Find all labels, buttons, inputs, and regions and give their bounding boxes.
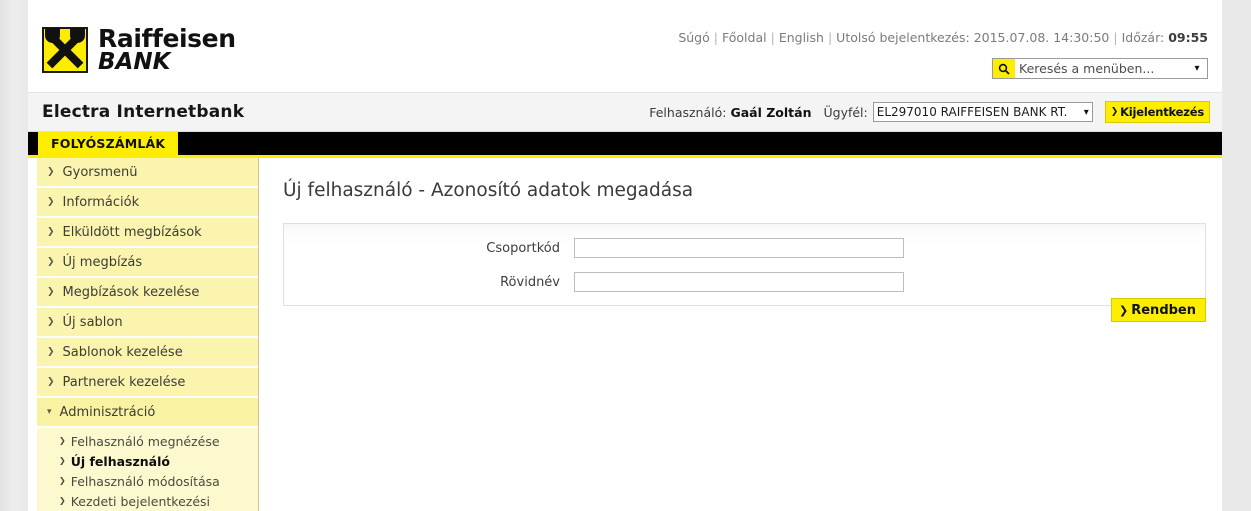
rovidnev-label: Rövidnév <box>500 274 560 290</box>
logo-wordmark: Raiffeisen BANK <box>98 26 236 74</box>
chevron-right-icon: ❯ <box>47 376 55 387</box>
current-user: Felhasználó: Gaál Zoltán <box>649 105 811 120</box>
client-label: Ügyfél: <box>823 104 868 120</box>
chevron-right-icon: ❯ <box>1119 303 1129 317</box>
sidebar-item-label: Megbízások kezelése <box>62 284 200 300</box>
chevron-down-icon: ▾ <box>47 406 52 417</box>
session-timer-label: Időzár: <box>1121 30 1165 45</box>
chevron-right-icon: ❯ <box>59 436 66 445</box>
submit-button-label: Rendben <box>1131 302 1196 318</box>
client-select[interactable]: EL297010 RAIFFEISEN BANK RT. ▾ <box>872 102 1093 122</box>
link-separator-1: | <box>713 30 718 45</box>
user-label: Felhasználó: <box>649 104 727 120</box>
content-heading: Új felhasználó - Azonosító adatok megadá… <box>283 180 694 201</box>
user-name: Gaál Zoltán <box>730 104 812 120</box>
form-row-csoportkod: Csoportkód <box>284 238 1205 258</box>
sidebar-item-informaciok[interactable]: ❯ Információk <box>37 188 258 218</box>
link-separator-2: | <box>770 30 775 45</box>
logo-line-2: BANK <box>98 49 171 75</box>
link-separator-3: | <box>827 30 833 45</box>
sidebar-item-megbizasok-kezelese[interactable]: ❯ Megbízások kezelése <box>37 278 258 308</box>
chevron-down-icon[interactable]: ▾ <box>1189 63 1207 74</box>
chevron-down-icon: ▾ <box>1083 106 1089 118</box>
form-row-rovidnev: Rövidnév <box>284 272 1205 292</box>
sidebar-item-label: Partnerek kezelése <box>62 374 186 390</box>
csoportkod-label: Csoportkód <box>486 240 560 256</box>
sidebar-item-label: Gyorsmenü <box>62 164 138 180</box>
form-actions: ❯ Rendben <box>1111 298 1206 322</box>
search-input[interactable] <box>1015 61 1189 76</box>
application-bar: Electra Internetbank Felhasználó: Gaál Z… <box>28 92 1222 132</box>
chevron-right-icon: ❯ <box>47 226 55 237</box>
chevron-right-icon: ❯ <box>47 346 55 357</box>
sidebar-item-label: Új sablon <box>62 314 123 330</box>
csoportkod-input[interactable] <box>574 238 904 258</box>
sidebar-item-uj-sablon[interactable]: ❯ Új sablon <box>37 308 258 338</box>
chevron-right-icon: ❯ <box>47 286 55 297</box>
raiffeisen-logo[interactable]: Raiffeisen BANK <box>42 26 236 74</box>
site-header: Raiffeisen BANK Súgó | Főoldal | English | Uto… <box>28 0 1222 92</box>
sidebar-item-label: Adminisztráció <box>59 404 156 420</box>
sidebar-subitem-label: Kezdeti bejelentkezési <box>70 493 210 509</box>
sidebar-subitem-kezdeti-bejelentkezesi[interactable]: ❯ Kezdeti bejelentkezési <box>37 491 258 511</box>
chevron-right-icon: ❯ <box>47 256 55 267</box>
sidebar-item-label: Új megbízás <box>62 254 143 270</box>
nav-tab-accounts[interactable]: FOLYÓSZÁMLÁK <box>38 132 179 155</box>
menu-search-box[interactable]: ▾ <box>992 58 1208 79</box>
raiffeisen-crossed-horseheads-logo-icon <box>42 27 88 73</box>
client-select-value: EL297010 RAIFFEISEN BANK RT. <box>876 105 1068 119</box>
sidebar-item-elkuldott-megbizasok[interactable]: ❯ Elküldött megbízások <box>37 218 258 248</box>
sidebar-subitem-felhasznalo-megnezese[interactable]: ❯ Felhasználó megnézése <box>37 431 258 451</box>
sidebar-subitem-label: Felhasználó módosítása <box>70 473 220 489</box>
last-login-label: Utolsó bejelentkezés: <box>836 30 970 45</box>
chevron-right-icon: ❯ <box>47 166 55 177</box>
rovidnev-input[interactable] <box>574 272 904 292</box>
page-root: Raiffeisen BANK Súgó | Főoldal | English | Uto… <box>0 0 1251 511</box>
browser-content-frame: Raiffeisen BANK Súgó | Főoldal | English | Uto… <box>28 0 1222 511</box>
logo-horsehead-right <box>70 28 85 43</box>
sidebar-menu: ❯ Gyorsmenü ❯ Információk ❯ Elküldött me… <box>37 158 259 511</box>
link-home[interactable]: Főoldal <box>722 30 767 45</box>
main-nav-strip: FOLYÓSZÁMLÁK <box>28 132 1222 158</box>
appbar-right-group: Felhasználó: Gaál Zoltán Ügyfél: EL29701… <box>649 93 1210 131</box>
logout-button[interactable]: ❯ Kijelentkezés <box>1104 101 1210 123</box>
sidebar-item-partnerek-kezelese[interactable]: ❯ Partnerek kezelése <box>37 368 258 398</box>
sidebar-item-label: Információk <box>62 194 140 210</box>
sidebar-subitem-felhasznalo-modositasa[interactable]: ❯ Felhasználó módosítása <box>37 471 258 491</box>
submit-button[interactable]: ❯ Rendben <box>1111 298 1206 322</box>
body-wrapper: ❯ Gyorsmenü ❯ Információk ❯ Elküldött me… <box>28 158 1222 511</box>
last-login-value: 2015.07.08. 14:30:50 <box>973 30 1110 45</box>
page-title: Electra Internetbank <box>42 102 245 122</box>
chevron-right-icon: ❯ <box>47 316 55 327</box>
sidebar-item-label: Elküldött megbízások <box>62 224 202 240</box>
logo-horsehead-left <box>45 28 60 43</box>
logout-button-label: Kijelentkezés <box>1120 105 1204 119</box>
chevron-right-icon: ❯ <box>47 196 55 207</box>
session-timer-value: 09:55 <box>1168 30 1208 45</box>
link-separator-4: | <box>1113 30 1118 45</box>
chevron-right-icon: ❯ <box>1110 107 1119 117</box>
sidebar-subitem-label: Felhasználó megnézése <box>70 433 220 449</box>
logo-line-1: Raiffeisen <box>98 24 236 53</box>
main-content: Új felhasználó - Azonosító adatok megadá… <box>259 158 1222 511</box>
identification-form-panel: Csoportkód Rövidnév <box>283 223 1206 306</box>
chevron-right-icon: ❯ <box>59 496 66 505</box>
chevron-right-icon: ❯ <box>59 456 66 465</box>
sidebar-item-gyorsmenu[interactable]: ❯ Gyorsmenü <box>37 158 258 188</box>
chevron-right-icon: ❯ <box>59 476 66 485</box>
link-english[interactable]: English <box>779 30 824 45</box>
sidebar-item-label: Sablonok kezelése <box>62 344 183 360</box>
header-utility-links: Súgó | Főoldal | English | Utolsó bejelentkezé… <box>678 30 1208 45</box>
sidebar-subitem-label: Új felhasználó <box>70 453 170 469</box>
sidebar-subitem-uj-felhasznalo[interactable]: ❯ Új felhasználó <box>37 451 258 471</box>
sidebar-item-uj-megbizas[interactable]: ❯ Új megbízás <box>37 248 258 278</box>
link-help[interactable]: Súgó <box>678 30 709 45</box>
client-selector-group: Ügyfél: EL297010 RAIFFEISEN BANK RT. ▾ <box>823 102 1093 122</box>
sidebar-submenu-adminisztracio: ❯ Felhasználó megnézése ❯ Új felhasználó… <box>37 428 258 511</box>
sidebar-item-sablonok-kezelese[interactable]: ❯ Sablonok kezelése <box>37 338 258 368</box>
sidebar-item-adminisztracio[interactable]: ▾ Adminisztráció <box>37 398 258 428</box>
search-icon[interactable] <box>993 59 1015 78</box>
